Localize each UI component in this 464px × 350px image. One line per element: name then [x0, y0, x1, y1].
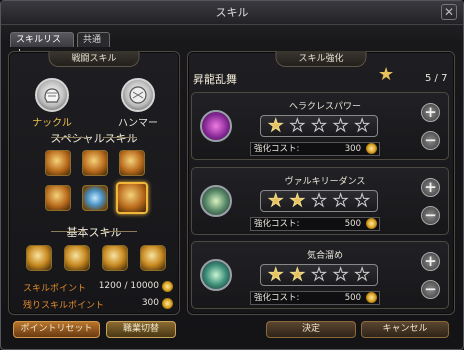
cancel-button[interactable]: キャンセル: [361, 321, 449, 338]
star-empty-icon: ★: [354, 115, 370, 136]
close-icon[interactable]: ✕: [441, 4, 457, 20]
minus-button[interactable]: −: [421, 280, 440, 299]
skill-claw-icon[interactable]: [119, 150, 145, 176]
star-empty-icon: ★: [354, 264, 370, 285]
star-filled-icon: ★: [289, 264, 306, 285]
confirm-button[interactable]: 決定: [266, 321, 356, 338]
knuckle-icon[interactable]: [35, 78, 69, 112]
enhance-star-rating: ★ ★ ★ ★ ★: [260, 190, 378, 212]
enhance-name: 気合溜め: [306, 251, 343, 261]
star-filled-icon: ★: [268, 264, 284, 285]
combat-skill-header: 戦闘スキル: [48, 51, 140, 67]
star-empty-icon: ★: [332, 115, 349, 136]
cost-value: 500: [344, 293, 361, 303]
star-empty-icon: ★: [311, 115, 327, 136]
star-empty-icon: ★: [332, 264, 349, 285]
skill-spin-icon[interactable]: [140, 245, 166, 271]
coin-icon: [366, 218, 377, 229]
remaining-points-value: 300: [141, 298, 159, 308]
skill-burst-icon[interactable]: [82, 150, 108, 176]
skill-orb-icon[interactable]: [82, 185, 108, 211]
star-filled-icon: ★: [268, 115, 284, 136]
skill-uppercut-icon[interactable]: [64, 245, 90, 271]
plus-button[interactable]: +: [421, 103, 440, 122]
combat-skill-panel: 戦闘スキル ナックル ハンマー スペシャルスキル 基本スキル スキルポイント 1…: [8, 51, 180, 315]
focus-charge-icon: [200, 259, 232, 291]
weapon-label-knuckle: ナックル: [32, 118, 72, 129]
coin-icon: [162, 298, 173, 309]
enhance-name: ヴァルキリーダンス: [284, 177, 366, 187]
star-filled-icon: ★: [289, 190, 306, 211]
enhance-card: 気合溜め ★ ★ ★ ★ ★ 強化コスト: 500 + −: [191, 241, 449, 309]
enhance-skill-name: 昇龍乱舞: [193, 73, 237, 86]
enhance-star-rating: ★ ★ ★ ★ ★: [260, 264, 378, 286]
minus-button[interactable]: −: [421, 131, 440, 150]
skill-rush-icon[interactable]: [102, 245, 128, 271]
cost-value: 500: [344, 219, 361, 229]
tab-skill-list[interactable]: スキルリスト: [10, 32, 74, 59]
point-reset-button[interactable]: ポイントリセット: [13, 321, 100, 338]
job-switch-button[interactable]: 職業切替: [106, 321, 176, 338]
cost-label: 強化コスト:: [254, 293, 300, 303]
coin-icon: [162, 281, 173, 292]
skill-whirl-icon[interactable]: [116, 182, 148, 214]
enhance-card: ヘラクレスパワー ★ ★ ★ ★ ★ 強化コスト: 300 + −: [191, 92, 449, 160]
enhance-cost: 強化コスト: 300: [250, 142, 380, 156]
enhance-star-rating: ★ ★ ★ ★ ★: [260, 115, 378, 137]
heracles-power-icon: [200, 110, 232, 142]
basic-skill-title: 基本スキル: [9, 224, 179, 240]
skill-slash-icon[interactable]: [45, 150, 71, 176]
weapon-label-hammer: ハンマー: [118, 118, 158, 129]
coin-icon: [366, 143, 377, 154]
minus-button[interactable]: −: [421, 206, 440, 225]
star-empty-icon: ★: [289, 115, 306, 136]
tab-common[interactable]: 共通: [77, 32, 110, 47]
skill-window: スキル ✕ スキルリスト 共通 戦闘スキル ナックル ハンマー スペシャルスキル…: [0, 0, 464, 350]
star-empty-icon: ★: [311, 264, 327, 285]
skill-rank-value: 5 / 7: [425, 73, 448, 84]
skill-flame-icon[interactable]: [45, 185, 71, 211]
star-empty-icon: ★: [332, 190, 349, 211]
special-skill-title: スペシャルスキル: [9, 130, 179, 146]
plus-button[interactable]: +: [421, 178, 440, 197]
hammer-icon[interactable]: [121, 78, 155, 112]
rank-star-icon: ★: [378, 64, 395, 85]
star-empty-icon: ★: [311, 190, 327, 211]
coin-icon: [366, 292, 377, 303]
star-filled-icon: ★: [268, 190, 284, 211]
star-empty-icon: ★: [354, 190, 370, 211]
cost-value: 300: [344, 144, 361, 154]
skill-strike-icon[interactable]: [26, 245, 52, 271]
remaining-points-label: 残りスキルポイント: [23, 301, 105, 311]
enhance-cost: 強化コスト: 500: [250, 291, 380, 305]
enhance-name: ヘラクレスパワー: [288, 102, 361, 112]
cost-label: 強化コスト:: [254, 219, 300, 229]
valkyrie-dance-icon: [200, 185, 232, 217]
enhance-cost: 強化コスト: 500: [250, 217, 380, 231]
plus-button[interactable]: +: [421, 252, 440, 271]
skill-points-label: スキルポイント: [23, 284, 87, 294]
skill-points-value: 1200 / 10000: [98, 281, 159, 291]
remaining-points-row: 残りスキルポイント 300: [23, 298, 173, 311]
window-titlebar: スキル ✕: [1, 1, 463, 25]
cost-label: 強化コスト:: [254, 144, 300, 154]
window-title: スキル: [215, 6, 249, 19]
skill-points-row: スキルポイント 1200 / 10000: [23, 281, 173, 294]
skill-enhance-header: スキル強化: [275, 51, 367, 67]
enhance-card: ヴァルキリーダンス ★ ★ ★ ★ ★ 強化コスト: 500 + −: [191, 167, 449, 235]
